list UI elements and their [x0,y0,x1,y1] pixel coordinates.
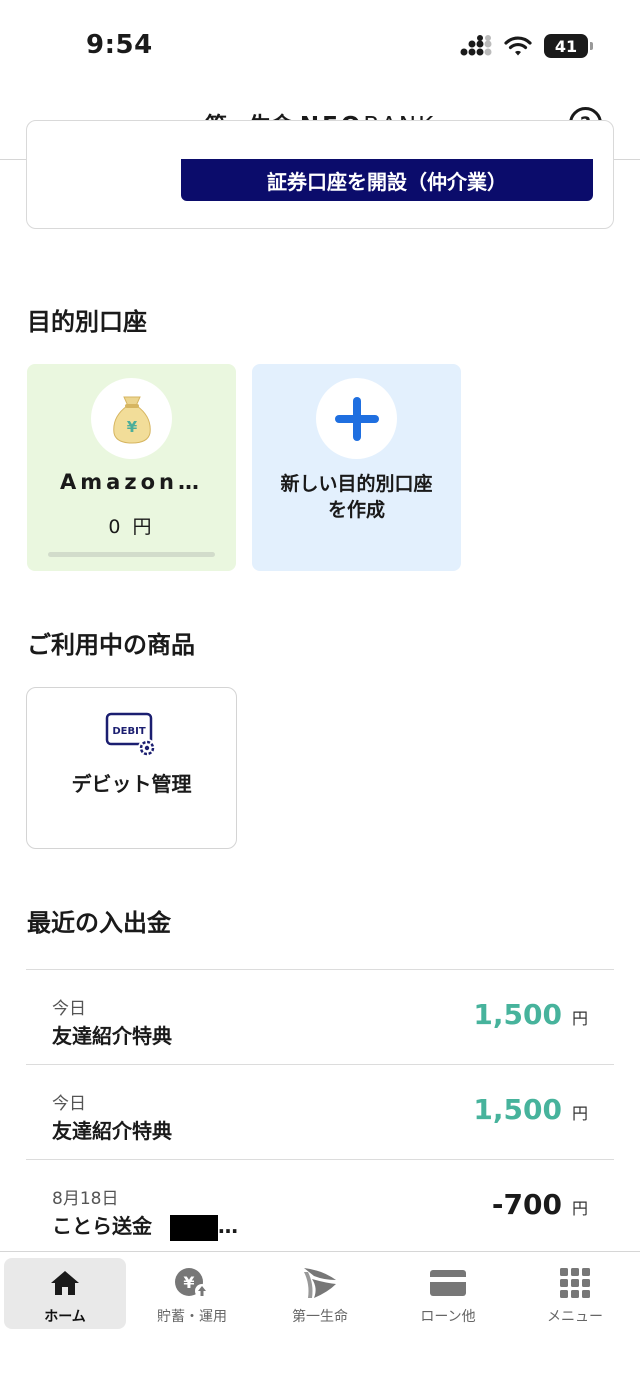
transaction-row[interactable]: 8月18日 ことら送金 … -700 円 [26,1159,614,1254]
transaction-date: 8月18日 [52,1189,119,1209]
home-icon [51,1271,79,1295]
tab-loans[interactable]: ローン他 [387,1258,509,1329]
signal-icon [460,35,492,56]
transaction-list: 今日 友達紹介特典 1,500 円 今日 友達紹介特典 1,500 円 8月18… [26,969,614,1254]
tab-label: 貯蓄・運用 [157,1309,227,1325]
transaction-name: ことら送金 [52,1214,152,1238]
svg-text:¥: ¥ [183,1273,194,1292]
debit-icon-text: DEBIT [112,726,145,737]
products-section-title: ご利用中の商品 [27,631,195,659]
card-icon [430,1270,466,1296]
dai-ichi-logo-icon [304,1268,336,1298]
tab-menu[interactable]: メニュー [514,1258,636,1329]
amount-unit: 円 [571,1009,588,1028]
tab-label: ホーム [44,1309,86,1325]
debit-management-card[interactable]: DEBIT デビット管理 [26,687,237,849]
transaction-name-wrap: ことら送金 … [52,1210,238,1241]
goal-icon-circle: ¥ [91,378,172,459]
transaction-date: 今日 [52,999,86,1019]
tab-home[interactable]: ホーム [4,1258,126,1329]
debit-management-label: デビット管理 [71,772,192,796]
yen-savings-icon: ¥ [175,1268,209,1298]
transaction-amount: 1,500 円 [473,1093,588,1126]
battery-indicator: 41 [544,34,593,58]
grid-menu-icon [560,1268,590,1298]
status-bar: 9:54 41 [0,0,640,90]
create-goal-account-card[interactable]: 新しい目的別口座を作成 [252,364,461,571]
tab-label: 第一生命 [292,1309,348,1325]
transaction-name-ellipsis: … [218,1214,238,1238]
goal-account-name: Amazon… [60,470,203,494]
amount-value: -700 [491,1188,562,1221]
transaction-row[interactable]: 今日 友達紹介特典 1,500 円 [26,969,614,1064]
amount-unit: 円 [571,1104,588,1123]
open-securities-account-button[interactable]: 証券口座を開設（仲介業） [181,159,593,201]
goal-progress-bar [48,552,215,557]
battery-level: 41 [554,36,578,56]
amount-unit: 円 [571,1199,588,1218]
transaction-row[interactable]: 今日 友達紹介特典 1,500 円 [26,1064,614,1159]
plus-icon-circle [316,378,397,459]
bottom-tab-bar: ホーム ¥ 貯蓄・運用 第一生命 ローン他 メニュー [0,1251,640,1387]
tab-label: メニュー [547,1309,603,1325]
goals-section-title: 目的別口座 [27,308,147,336]
goal-account-balance: 0 円 [108,516,155,538]
goal-account-card[interactable]: ¥ Amazon… 0 円 [27,364,236,571]
status-icons: 41 [460,34,593,58]
transaction-amount: 1,500 円 [473,998,588,1031]
transaction-name: 友達紹介特典 [52,1119,172,1143]
debit-card-icon: DEBIT [105,712,156,757]
svg-text:¥: ¥ [126,418,137,436]
transactions-section-title: 最近の入出金 [27,909,171,937]
redacted-recipient [170,1214,218,1241]
transaction-amount: -700 円 [492,1188,588,1221]
amount-value: 1,500 [473,1093,562,1126]
tab-dai-ichi[interactable]: 第一生命 [259,1258,381,1329]
amount-value: 1,500 [473,998,562,1031]
tab-label: ローン他 [420,1309,476,1325]
status-time: 9:54 [86,30,153,60]
tab-savings[interactable]: ¥ 貯蓄・運用 [131,1258,253,1329]
plus-icon [334,396,379,441]
create-goal-label: 新しい目的別口座を作成 [280,473,433,521]
money-bag-icon: ¥ [112,396,151,444]
transaction-name: 友達紹介特典 [52,1024,172,1048]
wifi-icon [504,36,532,56]
transaction-date: 今日 [52,1094,86,1114]
